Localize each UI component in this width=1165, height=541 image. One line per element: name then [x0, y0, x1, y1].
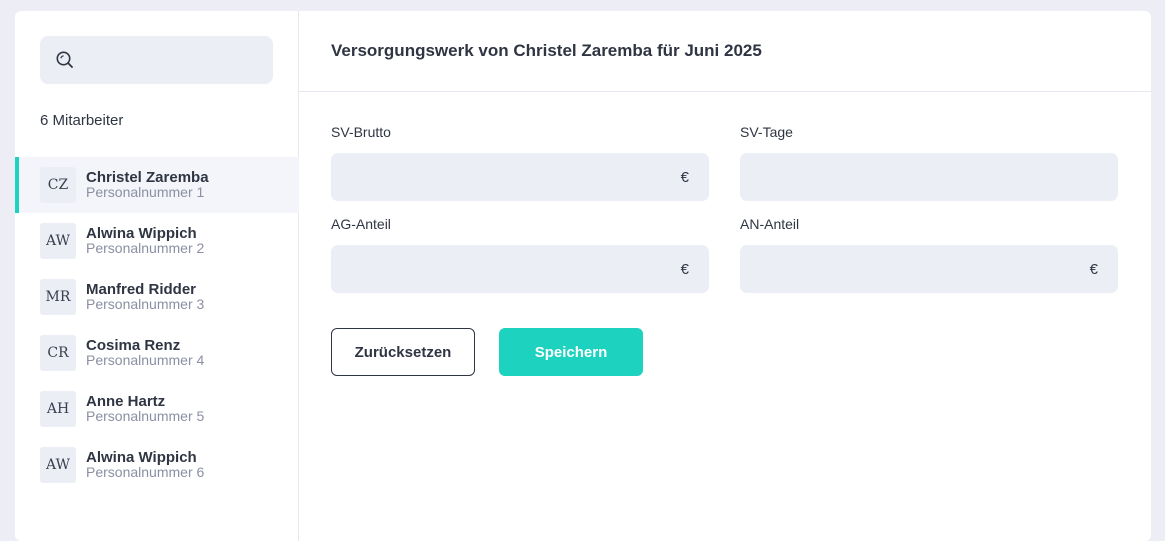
employee-name: Alwina Wippich	[86, 225, 197, 242]
employee-text: Alwina Wippich Personalnummer 6	[86, 450, 204, 480]
employee-text: Alwina Wippich Personalnummer 2	[86, 226, 204, 256]
employee-number: Personalnummer 4	[86, 352, 205, 368]
an-anteil-input[interactable]	[740, 245, 1090, 293]
employee-name: Alwina Wippich	[86, 449, 197, 466]
sv-brutto-input-box[interactable]: €	[331, 153, 709, 201]
employee-list: CZ Christel Zaremba Personalnummer 1 AW Alwi…	[15, 157, 299, 493]
avatar: CZ	[40, 167, 76, 203]
form-actions: Zurücksetzen Speichern	[331, 328, 643, 376]
employee-list-item[interactable]: AW Alwina Wippich Personalnummer 2	[15, 213, 299, 269]
employee-text: Christel Zaremba Personalnummer 1	[86, 170, 209, 200]
an-anteil-input-box[interactable]: €	[740, 245, 1118, 293]
an-anteil-label: AN-Anteil	[740, 216, 800, 232]
employee-sidebar: 6 Mitarbeiter CZ Christel Zaremba Personal…	[15, 11, 299, 541]
employee-count: 6 Mitarbeiter	[40, 112, 124, 129]
main-panel: Versorgungswerk von Christel Zaremba für…	[299, 11, 1151, 541]
employee-text: Manfred Ridder Personalnummer 3	[86, 282, 204, 312]
employee-number: Personalnummer 6	[86, 464, 205, 480]
employee-name: Manfred Ridder	[86, 281, 197, 298]
ag-anteil-field: AG-Anteil €	[331, 216, 709, 293]
employee-text: Cosima Renz Personalnummer 4	[86, 338, 204, 368]
save-button[interactable]: Speichern	[499, 328, 643, 376]
euro-unit: €	[680, 260, 689, 278]
employee-number: Personalnummer 5	[86, 408, 205, 424]
avatar: AH	[40, 391, 76, 427]
employee-list-item[interactable]: CZ Christel Zaremba Personalnummer 1	[15, 157, 299, 213]
reset-button[interactable]: Zurücksetzen	[331, 328, 475, 376]
employee-text: Anne Hartz Personalnummer 5	[86, 394, 204, 424]
avatar: AW	[40, 447, 76, 483]
search-input[interactable]	[85, 45, 265, 75]
ag-anteil-input[interactable]	[331, 245, 681, 293]
search-icon	[56, 51, 73, 68]
sv-tage-label: SV-Tage	[740, 124, 793, 140]
employee-list-item[interactable]: AW Alwina Wippich Personalnummer 6	[15, 437, 299, 493]
page-title: Versorgungswerk von Christel Zaremba für…	[331, 41, 762, 60]
sv-brutto-label: SV-Brutto	[331, 124, 391, 140]
employee-name: Anne Hartz	[86, 393, 166, 410]
ag-anteil-label: AG-Anteil	[331, 216, 391, 232]
search-box[interactable]	[40, 36, 273, 84]
sv-tage-field: SV-Tage	[740, 124, 1118, 201]
employee-list-item[interactable]: MR Manfred Ridder Personalnummer 3	[15, 269, 299, 325]
euro-unit: €	[1089, 260, 1098, 278]
sv-tage-input[interactable]	[740, 153, 1098, 201]
employee-list-item[interactable]: CR Cosima Renz Personalnummer 4	[15, 325, 299, 381]
employee-list-item[interactable]: AH Anne Hartz Personalnummer 5	[15, 381, 299, 437]
app-card: 6 Mitarbeiter CZ Christel Zaremba Personal…	[15, 11, 1151, 541]
an-anteil-field: AN-Anteil €	[740, 216, 1118, 293]
avatar: CR	[40, 335, 76, 371]
sv-brutto-field: SV-Brutto €	[331, 124, 709, 201]
employee-name: Cosima Renz	[86, 337, 181, 354]
avatar: MR	[40, 279, 76, 315]
main-header: Versorgungswerk von Christel Zaremba für…	[299, 11, 1151, 92]
employee-number: Personalnummer 3	[86, 296, 205, 312]
avatar: AW	[40, 223, 76, 259]
ag-anteil-input-box[interactable]: €	[331, 245, 709, 293]
sv-brutto-input[interactable]	[331, 153, 681, 201]
sv-tage-input-box[interactable]	[740, 153, 1118, 201]
employee-number: Personalnummer 2	[86, 240, 205, 256]
employee-number: Personalnummer 1	[86, 184, 205, 200]
euro-unit: €	[680, 168, 689, 186]
employee-name: Christel Zaremba	[86, 169, 209, 186]
